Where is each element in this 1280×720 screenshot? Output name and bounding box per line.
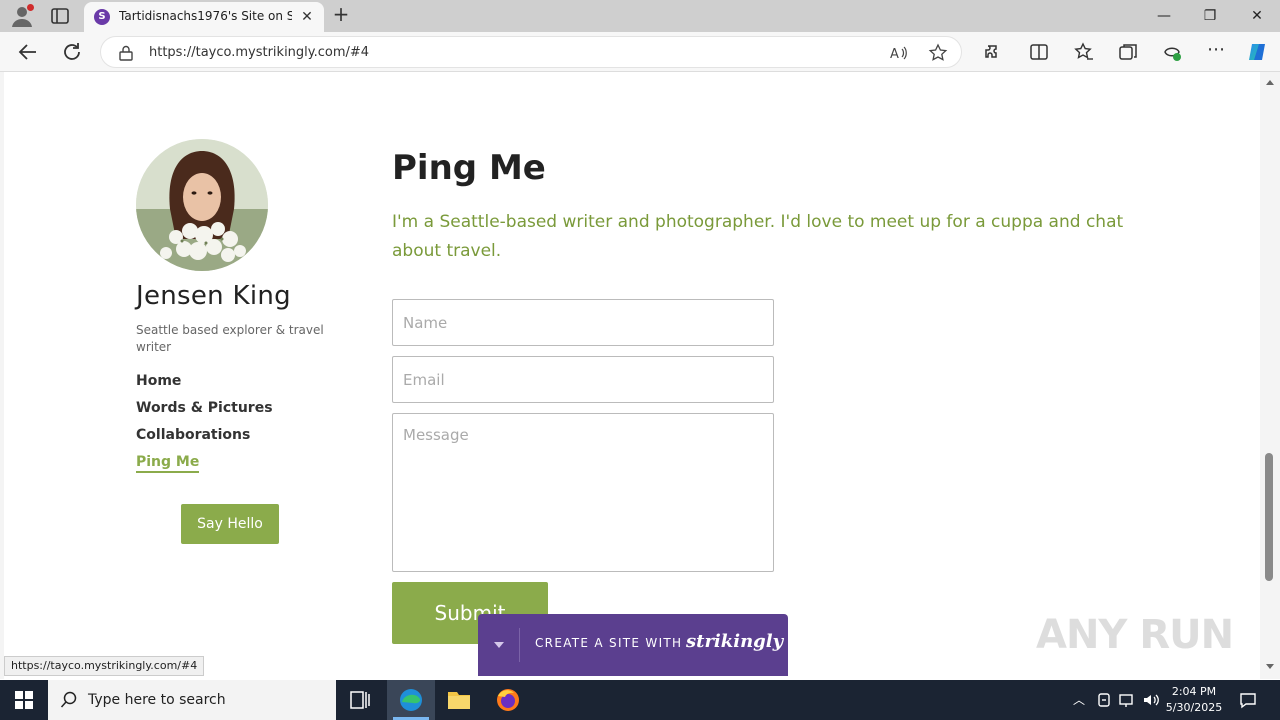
profile-avatar bbox=[136, 139, 268, 271]
scroll-up-icon[interactable] bbox=[1266, 80, 1274, 85]
file-explorer-icon[interactable] bbox=[435, 680, 483, 720]
strikingly-logo: strikingly bbox=[686, 631, 784, 652]
nav-item-ping-me[interactable]: Ping Me bbox=[136, 454, 200, 473]
address-bar-row: https://tayco.mystrikingly.com/#4 A ⋯ bbox=[0, 32, 1280, 72]
tray-device-icon[interactable] bbox=[1094, 690, 1114, 710]
refresh-icon[interactable] bbox=[61, 41, 83, 63]
name-input[interactable] bbox=[392, 299, 774, 346]
tray-overflow-icon[interactable]: ︿ bbox=[1069, 690, 1089, 710]
notification-dot bbox=[27, 4, 34, 11]
section-description: I'm a Seattle-based writer and photograp… bbox=[392, 212, 1124, 261]
browser-essentials-icon[interactable] bbox=[1161, 41, 1183, 63]
url-bar[interactable]: https://tayco.mystrikingly.com/#4 A bbox=[100, 36, 962, 68]
new-tab-icon[interactable]: + bbox=[330, 4, 352, 26]
more-icon[interactable]: ⋯ bbox=[1205, 41, 1227, 63]
nav-item-home[interactable]: Home bbox=[136, 373, 181, 389]
scrollbar-thumb[interactable] bbox=[1265, 453, 1273, 581]
clock-date: 5/30/2025 bbox=[1165, 701, 1223, 714]
active-tab[interactable]: S Tartidisnachs1976's Site on Strikingly… bbox=[84, 2, 324, 32]
tab-actions-icon[interactable] bbox=[50, 6, 70, 26]
taskbar-search-box[interactable]: Type here to search bbox=[48, 680, 336, 720]
task-view-icon[interactable] bbox=[336, 680, 384, 720]
section-title: Ping Me bbox=[392, 148, 546, 188]
windows-taskbar: Type here to search ︿ 2:04 PM 5/30/2025 bbox=[0, 680, 1280, 720]
windows-start-icon[interactable] bbox=[0, 680, 48, 720]
close-window-icon[interactable]: ✕ bbox=[1243, 4, 1271, 28]
scroll-down-icon[interactable] bbox=[1266, 664, 1274, 669]
nav-item-words-pictures[interactable]: Words & Pictures bbox=[136, 400, 273, 416]
volume-icon[interactable] bbox=[1141, 690, 1161, 710]
browser-tab-bar: S Tartidisnachs1976's Site on Strikingly… bbox=[0, 0, 1280, 32]
close-tab-icon[interactable]: ✕ bbox=[298, 8, 316, 26]
profile-name: Jensen King bbox=[136, 281, 291, 311]
minimize-icon[interactable]: — bbox=[1150, 4, 1178, 28]
taskbar-clock[interactable]: 2:04 PM 5/30/2025 bbox=[1162, 684, 1226, 716]
edge-browser-icon[interactable] bbox=[387, 680, 435, 720]
strikingly-favicon-icon: S bbox=[94, 9, 110, 25]
extensions-icon[interactable] bbox=[980, 41, 1002, 63]
collapse-arrow-icon[interactable] bbox=[494, 642, 504, 648]
search-placeholder: Type here to search bbox=[88, 692, 226, 708]
search-icon bbox=[60, 691, 77, 708]
split-screen-icon[interactable] bbox=[1028, 41, 1050, 63]
strikingly-banner[interactable]: CREATE A SITE WITH strikingly bbox=[478, 614, 788, 676]
profile-tagline: Seattle based explorer & travel writer bbox=[136, 323, 324, 354]
collections-icon[interactable] bbox=[1117, 41, 1139, 63]
banner-divider bbox=[519, 628, 520, 662]
clock-time: 2:04 PM bbox=[1171, 685, 1217, 698]
firefox-icon[interactable] bbox=[484, 680, 532, 720]
anyrun-watermark: ANY RUN bbox=[1036, 612, 1234, 658]
status-url-tooltip: https://tayco.mystrikingly.com/#4 bbox=[4, 656, 205, 676]
page-scrollbar[interactable] bbox=[1261, 72, 1280, 679]
back-icon[interactable] bbox=[17, 41, 39, 63]
message-textarea[interactable] bbox=[392, 413, 774, 572]
nav-item-collaborations[interactable]: Collaborations bbox=[136, 427, 250, 443]
network-icon[interactable] bbox=[1117, 690, 1137, 710]
lock-icon[interactable] bbox=[119, 45, 133, 61]
banner-text: CREATE A SITE WITH bbox=[535, 636, 683, 650]
web-page: Jensen King Seattle based explorer & tra… bbox=[4, 72, 1260, 679]
copilot-icon[interactable] bbox=[1246, 41, 1268, 63]
read-aloud-icon[interactable]: A bbox=[889, 43, 909, 63]
svg-text:A: A bbox=[890, 47, 899, 62]
tab-title: Tartidisnachs1976's Site on Strikingly bbox=[119, 9, 292, 23]
restore-icon[interactable]: ❐ bbox=[1196, 4, 1224, 28]
portrait-image bbox=[136, 139, 268, 271]
email-input[interactable] bbox=[392, 356, 774, 403]
favorite-star-icon[interactable] bbox=[928, 43, 948, 63]
say-hello-button[interactable]: Say Hello bbox=[181, 504, 279, 544]
page-viewport: Jensen King Seattle based explorer & tra… bbox=[0, 72, 1280, 679]
url-text[interactable]: https://tayco.mystrikingly.com/#4 bbox=[149, 45, 369, 60]
favorites-icon[interactable] bbox=[1073, 41, 1095, 63]
notifications-icon[interactable] bbox=[1238, 690, 1258, 710]
